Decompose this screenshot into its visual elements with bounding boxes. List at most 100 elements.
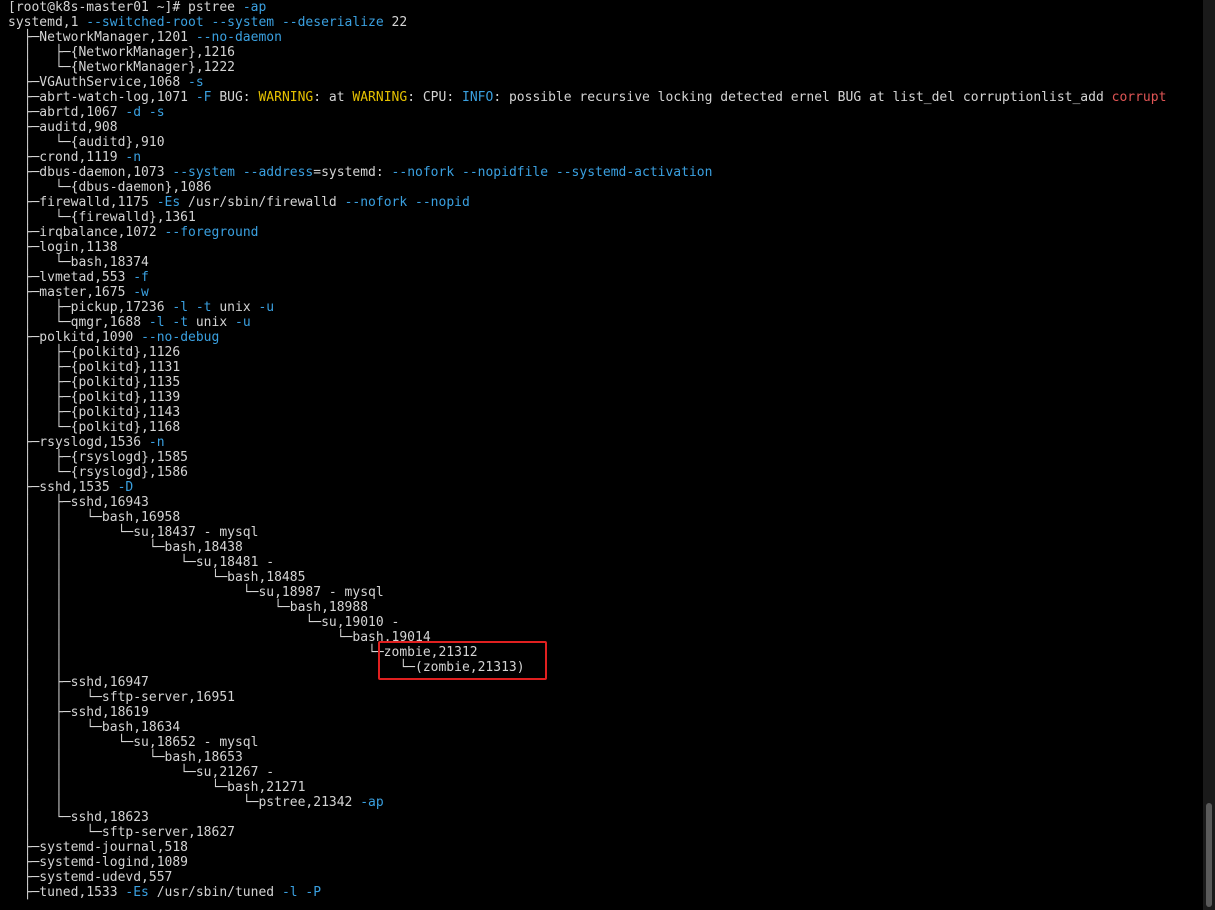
terminal-arg-text: -ap xyxy=(242,0,267,15)
vertical-scrollbar[interactable] xyxy=(1203,0,1215,910)
terminal-warn-text: WARNING xyxy=(258,90,314,105)
terminal-text: ├─systemd-journal,518 xyxy=(8,840,189,855)
terminal-text: │ │ └─su,18437 - mysql xyxy=(8,525,259,540)
terminal-arg-text: --system --address xyxy=(172,165,314,180)
terminal-line: │ ├─sshd,16943 xyxy=(8,495,1166,510)
terminal-err-text: corrupt xyxy=(1111,90,1167,105)
terminal-text: ├─polkitd,1090 xyxy=(8,330,142,345)
terminal-line: │ └─sftp-server,18627 xyxy=(8,825,1166,840)
terminal-text: ├─NetworkManager,1201 xyxy=(8,30,196,45)
terminal-text: : possible recursive locking detected er… xyxy=(493,90,1112,105)
terminal-text: │ │ └─pstree,21342 xyxy=(8,795,361,810)
terminal-line: ├─auditd,908 xyxy=(8,120,1166,135)
terminal-line: │ │ └─bash,16958 xyxy=(8,510,1166,525)
terminal-text: ├─systemd-logind,1089 xyxy=(8,855,189,870)
terminal-line: │ ├─{polkitd},1139 xyxy=(8,390,1166,405)
terminal-text: ├─auditd,908 xyxy=(8,120,118,135)
terminal-line: │ └─sshd,18623 xyxy=(8,810,1166,825)
terminal-line: ├─abrt-watch-log,1071 -F BUG: WARNING: a… xyxy=(8,90,1167,105)
terminal-line: ├─irqbalance,1072 --foreground xyxy=(8,225,1166,240)
terminal-line: │ │ └─(zombie,21313) xyxy=(8,660,1166,675)
terminal-text: │ ├─sshd,16947 xyxy=(8,675,149,690)
terminal-text: │ ├─{polkitd},1139 xyxy=(8,390,181,405)
terminal-text: │ ├─{NetworkManager},1216 xyxy=(8,45,235,60)
terminal-text: │ │ └─su,18481 - xyxy=(8,555,275,570)
terminal-line: ├─crond,1119 -n xyxy=(8,150,1166,165)
terminal-text: │ ├─sshd,18619 xyxy=(8,705,149,720)
terminal-line: │ ├─{rsyslogd},1585 xyxy=(8,450,1166,465)
terminal-text: ├─crond,1119 xyxy=(8,150,126,165)
terminal-line: │ │ └─su,18652 - mysql xyxy=(8,735,1166,750)
terminal-arg-text: -l -t xyxy=(172,300,212,315)
terminal-line: │ ├─{polkitd},1143 xyxy=(8,405,1166,420)
terminal-line: │ └─{firewalld},1361 xyxy=(8,210,1166,225)
terminal-text: │ └─{polkitd},1168 xyxy=(8,420,181,435)
terminal-arg-text: -f xyxy=(133,270,149,285)
terminal-arg-text: --nofork --nopidfile --systemd-activatio… xyxy=(391,165,713,180)
terminal-text: ├─rsyslogd,1536 xyxy=(8,435,149,450)
terminal-arg-text: -u xyxy=(258,300,275,315)
terminal-text: │ │ └─bash,18438 xyxy=(8,540,243,555)
terminal-line: systemd,1 --switched-root --system --des… xyxy=(8,15,1166,30)
terminal-text: │ │ └─su,18987 - mysql xyxy=(8,585,384,600)
terminal-line: │ └─{rsyslogd},1586 xyxy=(8,465,1166,480)
terminal-text: ├─master,1675 xyxy=(8,285,134,300)
terminal-text: [root@k8s-master01 ~]# pstree xyxy=(8,0,243,15)
terminal-line: │ └─{NetworkManager},1222 xyxy=(8,60,1166,75)
terminal-line: │ ├─sshd,16947 xyxy=(8,675,1166,690)
terminal-text: │ └─{NetworkManager},1222 xyxy=(8,60,235,75)
terminal-text: │ ├─sshd,16943 xyxy=(8,495,149,510)
terminal-text: │ │ └─zombie,21312 xyxy=(8,645,478,660)
terminal-text: │ │ └─bash,18634 xyxy=(8,720,181,735)
terminal-arg-text: --no-debug xyxy=(141,330,220,345)
terminal-text: │ └─{firewalld},1361 xyxy=(8,210,196,225)
terminal-window[interactable]: [root@k8s-master01 ~]# pstree -ap systemd… xyxy=(0,0,1203,910)
terminal-arg-text: -Es xyxy=(125,885,149,900)
terminal-line: ├─tuned,1533 -Es /usr/sbin/tuned -l -P xyxy=(8,885,1166,900)
terminal-text: │ └─sshd,18623 xyxy=(8,810,149,825)
terminal-arg-text: --foreground xyxy=(164,225,259,240)
terminal-line: ├─polkitd,1090 --no-debug xyxy=(8,330,1166,345)
terminal-text: ├─tuned,1533 xyxy=(8,885,126,900)
terminal-text: │ │ └─sftp-server,16951 xyxy=(8,690,235,705)
terminal-text: systemd,1 xyxy=(8,15,87,30)
terminal-arg-text: -u xyxy=(235,315,251,330)
scrollbar-thumb[interactable] xyxy=(1206,803,1212,907)
terminal-text: │ └─{rsyslogd},1586 xyxy=(8,465,189,480)
terminal-line: ├─lvmetad,553 -f xyxy=(8,270,1166,285)
terminal-arg-text: -l -P xyxy=(281,885,322,900)
terminal-text: │ └─sftp-server,18627 xyxy=(8,825,235,840)
terminal-text: │ │ └─su,19010 - xyxy=(8,615,400,630)
terminal-line: │ │ └─bash,18988 xyxy=(8,600,1166,615)
terminal-text: │ │ └─bash,16958 xyxy=(8,510,181,525)
terminal-text: │ │ └─bash,19014 xyxy=(8,630,431,645)
terminal-arg-text: -Es xyxy=(156,195,181,210)
terminal-line: │ └─{dbus-daemon},1086 xyxy=(8,180,1166,195)
terminal-line: │ │ └─su,18481 - xyxy=(8,555,1166,570)
terminal-line: │ │ └─bash,18653 xyxy=(8,750,1166,765)
terminal-warn-text: WARNING xyxy=(352,90,408,105)
terminal-line: ├─systemd-udevd,557 xyxy=(8,870,1166,885)
terminal-text: │ ├─{polkitd},1143 xyxy=(8,405,181,420)
terminal-text: │ ├─{polkitd},1135 xyxy=(8,375,181,390)
terminal-line: │ └─{polkitd},1168 xyxy=(8,420,1166,435)
terminal-line: ├─firewalld,1175 -Es /usr/sbin/firewalld… xyxy=(8,195,1166,210)
terminal-text: │ └─{dbus-daemon},1086 xyxy=(8,180,212,195)
terminal-line: ├─master,1675 -w xyxy=(8,285,1166,300)
terminal-arg-text: -ap xyxy=(360,795,384,810)
terminal-line: ├─sshd,1535 -D xyxy=(8,480,1166,495)
terminal-arg-text: -F xyxy=(195,90,212,105)
terminal-text: │ └─bash,18374 xyxy=(8,255,149,270)
terminal-line: ├─rsyslogd,1536 -n xyxy=(8,435,1166,450)
terminal-text: : CPU: xyxy=(407,90,462,105)
terminal-text: ├─irqbalance,1072 xyxy=(8,225,165,240)
terminal-info-text: INFO xyxy=(462,90,494,105)
terminal-arg-text: --switched-root --system --deserialize xyxy=(86,15,384,30)
terminal-line: │ │ └─su,21267 - xyxy=(8,765,1166,780)
terminal-text: ├─dbus-daemon,1073 xyxy=(8,165,173,180)
terminal-arg-text: -s xyxy=(188,75,204,90)
terminal-line: │ │ └─bash,18634 xyxy=(8,720,1166,735)
terminal-line: ├─systemd-journal,518 xyxy=(8,840,1166,855)
terminal-text: /usr/sbin/tuned xyxy=(148,885,282,900)
terminal-arg-text: -n xyxy=(148,435,165,450)
